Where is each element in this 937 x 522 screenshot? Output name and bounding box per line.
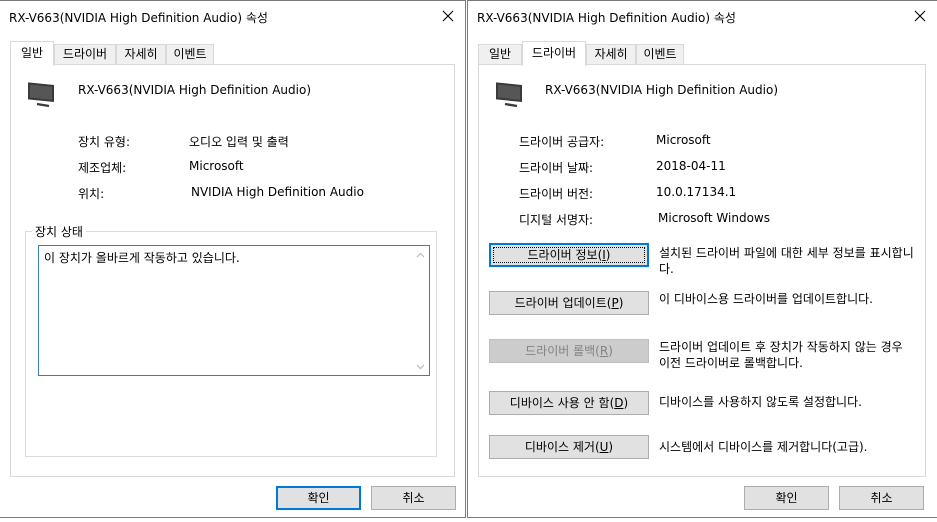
driver-provider-value: Microsoft [656, 133, 711, 147]
update-driver-description: 이 디바이스용 드라이버를 업데이트합니다. [659, 292, 873, 306]
uninstall-device-description: 시스템에서 디바이스를 제거합니다(고급). [659, 440, 868, 454]
chevron-up-icon [416, 252, 425, 257]
disable-device-button[interactable]: 디바이스 사용 안 함(D) [489, 391, 649, 415]
manufacturer-value: Microsoft [189, 159, 244, 173]
tab-general[interactable]: 일반 [10, 41, 54, 66]
cancel-button-label: 취소 [402, 491, 425, 505]
device-name: RX-V663(NVIDIA High Definition Audio) [78, 83, 312, 97]
hotkey: U [599, 440, 609, 454]
driver-provider-label: 드라이버 공급자: [519, 135, 605, 149]
uninstall-device-button-label: 디바이스 제거 [524, 440, 595, 454]
hotkey: D [614, 396, 624, 410]
ok-button[interactable]: 확인 [744, 486, 829, 510]
driver-date-value: 2018-04-11 [656, 159, 726, 173]
device-status-text: 이 장치가 올바르게 작동하고 있습니다. [44, 251, 240, 265]
device-type-value: 오디오 입력 및 출력 [189, 135, 289, 149]
tab-events[interactable]: 이벤트 [166, 44, 214, 65]
ok-button-label: 확인 [775, 491, 798, 505]
title-bar[interactable]: RX-V663(NVIDIA High Definition Audio) 속성 [0, 1, 465, 32]
chevron-down-icon [416, 364, 425, 369]
properties-dialog-general: RX-V663(NVIDIA High Definition Audio) 속성… [0, 0, 466, 518]
rollback-driver-button[interactable]: 드라이버 롤백(R) [489, 339, 649, 363]
device-type-label: 장치 유형: [78, 135, 131, 149]
scroll-up-arrow[interactable] [412, 246, 429, 263]
ok-button-label: 확인 [307, 491, 330, 505]
driver-version-label: 드라이버 버전: [519, 187, 594, 201]
cancel-button-label: 취소 [870, 491, 893, 505]
scroll-down-arrow[interactable] [412, 358, 429, 375]
driver-details-description: 설치된 드라이버 파일에 대한 세부 정보를 표시합니다. [659, 246, 914, 276]
hotkey: R [599, 344, 609, 358]
driver-tab-panel: RX-V663(NVIDIA High Definition Audio) 드라… [478, 64, 926, 477]
title-bar[interactable]: RX-V663(NVIDIA High Definition Audio) 속성 [468, 1, 937, 32]
rollback-driver-description: 드라이버 업데이트 후 장치가 작동하지 않는 경우 이전 드라이버로 롤백합니… [659, 340, 903, 370]
update-driver-button[interactable]: 드라이버 업데이트(P) [489, 291, 649, 315]
location-label: 위치: [78, 187, 105, 201]
monitor-speaker-icon [496, 82, 522, 108]
tab-general[interactable]: 일반 [478, 44, 522, 65]
device-status-textbox[interactable]: 이 장치가 올바르게 작동하고 있습니다. [38, 245, 430, 376]
window-title: RX-V663(NVIDIA High Definition Audio) 속성 [9, 11, 268, 25]
tab-details[interactable]: 자세히 [116, 44, 166, 65]
driver-version-value: 10.0.17134.1 [656, 185, 737, 199]
location-value: NVIDIA High Definition Audio [191, 185, 364, 199]
device-name: RX-V663(NVIDIA High Definition Audio) [545, 83, 779, 97]
disable-device-button-label: 디바이스 사용 안 함 [509, 396, 610, 410]
ok-button[interactable]: 확인 [276, 486, 361, 510]
monitor-speaker-icon [28, 82, 54, 108]
driver-details-button[interactable]: 드라이버 정보(I) [489, 243, 649, 267]
close-icon [914, 10, 926, 22]
rollback-driver-button-label: 드라이버 롤백 [525, 344, 596, 358]
properties-dialog-driver: RX-V663(NVIDIA High Definition Audio) 속성… [467, 0, 937, 518]
close-icon [442, 10, 454, 22]
uninstall-device-button[interactable]: 디바이스 제거(U) [489, 435, 649, 459]
update-driver-button-label: 드라이버 업데이트 [514, 296, 607, 310]
window-title: RX-V663(NVIDIA High Definition Audio) 속성 [477, 11, 736, 25]
driver-date-label: 드라이버 날짜: [519, 161, 594, 175]
digital-signer-value: Microsoft Windows [658, 211, 770, 225]
cancel-button[interactable]: 취소 [371, 486, 456, 510]
tab-driver[interactable]: 드라이버 [522, 41, 586, 66]
device-status-group: 장치 상태 이 장치가 올바르게 작동하고 있습니다. [25, 223, 437, 457]
status-scrollbar[interactable] [412, 246, 429, 375]
digital-signer-label: 디지털 서명자: [519, 213, 594, 227]
hotkey: P [611, 296, 619, 310]
manufacturer-label: 제조업체: [78, 161, 127, 175]
disable-device-description: 디바이스를 사용하지 않도록 설정합니다. [659, 395, 862, 409]
cancel-button[interactable]: 취소 [839, 486, 924, 510]
tab-driver[interactable]: 드라이버 [54, 44, 116, 65]
tab-details[interactable]: 자세히 [586, 44, 636, 65]
tab-events[interactable]: 이벤트 [636, 44, 684, 65]
device-status-label: 장치 상태 [32, 223, 86, 240]
general-tab-panel: RX-V663(NVIDIA High Definition Audio) 장치… [10, 64, 455, 477]
close-button[interactable] [433, 2, 463, 30]
close-button[interactable] [905, 2, 935, 30]
